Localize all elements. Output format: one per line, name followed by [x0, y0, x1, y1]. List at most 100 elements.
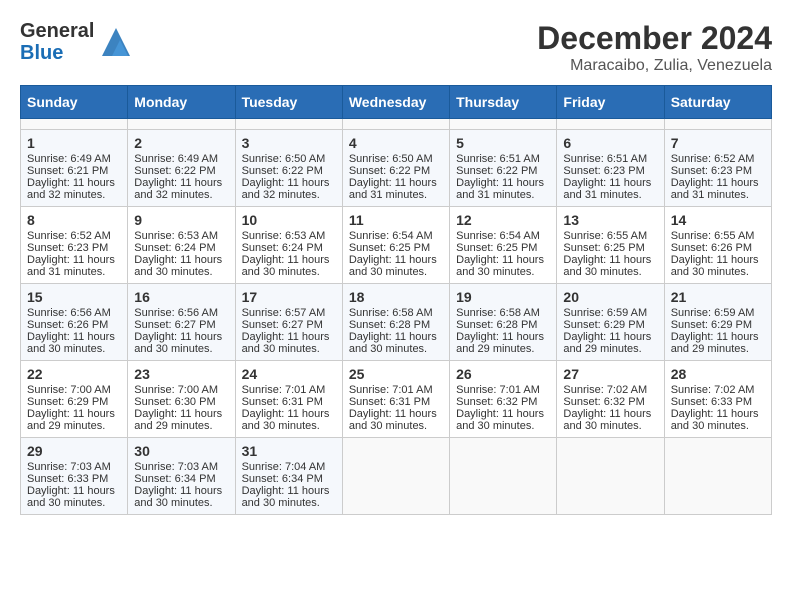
- calendar-cell: 30Sunrise: 7:03 AMSunset: 6:34 PMDayligh…: [128, 438, 235, 515]
- day-number: 1: [27, 135, 121, 151]
- sunset-text: Sunset: 6:23 PM: [27, 242, 121, 254]
- logo: General Blue: [20, 20, 134, 64]
- sunrise-text: Sunrise: 7:01 AM: [349, 384, 443, 396]
- daylight-text: Daylight: 11 hours and 31 minutes.: [349, 177, 443, 201]
- page-subtitle: Maracaibo, Zulia, Venezuela: [537, 57, 772, 75]
- calendar-cell: 25Sunrise: 7:01 AMSunset: 6:31 PMDayligh…: [342, 361, 449, 438]
- sunset-text: Sunset: 6:29 PM: [671, 319, 765, 331]
- daylight-text: Daylight: 11 hours and 30 minutes.: [27, 485, 121, 509]
- daylight-text: Daylight: 11 hours and 29 minutes.: [563, 331, 657, 355]
- calendar-cell: [21, 119, 128, 130]
- calendar-cell: 18Sunrise: 6:58 AMSunset: 6:28 PMDayligh…: [342, 284, 449, 361]
- day-number: 28: [671, 366, 765, 382]
- page-title: December 2024: [537, 20, 772, 57]
- sunrise-text: Sunrise: 6:58 AM: [349, 307, 443, 319]
- daylight-text: Daylight: 11 hours and 31 minutes.: [671, 177, 765, 201]
- sunrise-text: Sunrise: 6:53 AM: [134, 230, 228, 242]
- sunset-text: Sunset: 6:23 PM: [563, 165, 657, 177]
- sunset-text: Sunset: 6:24 PM: [242, 242, 336, 254]
- calendar-week-row: 29Sunrise: 7:03 AMSunset: 6:33 PMDayligh…: [21, 438, 772, 515]
- sunset-text: Sunset: 6:29 PM: [563, 319, 657, 331]
- calendar-cell: 20Sunrise: 6:59 AMSunset: 6:29 PMDayligh…: [557, 284, 664, 361]
- page-header: General Blue December 2024 Maracaibo, Zu…: [20, 20, 772, 75]
- calendar-cell: [557, 119, 664, 130]
- calendar-cell: 26Sunrise: 7:01 AMSunset: 6:32 PMDayligh…: [450, 361, 557, 438]
- day-number: 20: [563, 289, 657, 305]
- calendar-cell: [342, 119, 449, 130]
- calendar-cell: 19Sunrise: 6:58 AMSunset: 6:28 PMDayligh…: [450, 284, 557, 361]
- calendar-cell: 4Sunrise: 6:50 AMSunset: 6:22 PMDaylight…: [342, 130, 449, 207]
- sunset-text: Sunset: 6:23 PM: [671, 165, 765, 177]
- daylight-text: Daylight: 11 hours and 30 minutes.: [242, 485, 336, 509]
- day-number: 11: [349, 212, 443, 228]
- sunset-text: Sunset: 6:21 PM: [27, 165, 121, 177]
- sunset-text: Sunset: 6:22 PM: [242, 165, 336, 177]
- sunset-text: Sunset: 6:25 PM: [563, 242, 657, 254]
- daylight-text: Daylight: 11 hours and 29 minutes.: [671, 331, 765, 355]
- sunset-text: Sunset: 6:22 PM: [456, 165, 550, 177]
- day-number: 14: [671, 212, 765, 228]
- calendar-week-row: [21, 119, 772, 130]
- daylight-text: Daylight: 11 hours and 30 minutes.: [671, 254, 765, 278]
- daylight-text: Daylight: 11 hours and 30 minutes.: [242, 331, 336, 355]
- day-number: 10: [242, 212, 336, 228]
- sunrise-text: Sunrise: 6:51 AM: [563, 153, 657, 165]
- day-number: 3: [242, 135, 336, 151]
- day-number: 30: [134, 443, 228, 459]
- sunrise-text: Sunrise: 6:54 AM: [456, 230, 550, 242]
- calendar-cell: 17Sunrise: 6:57 AMSunset: 6:27 PMDayligh…: [235, 284, 342, 361]
- sunset-text: Sunset: 6:31 PM: [349, 396, 443, 408]
- sunset-text: Sunset: 6:33 PM: [671, 396, 765, 408]
- day-number: 2: [134, 135, 228, 151]
- calendar-cell: 7Sunrise: 6:52 AMSunset: 6:23 PMDaylight…: [664, 130, 771, 207]
- daylight-text: Daylight: 11 hours and 30 minutes.: [671, 408, 765, 432]
- sunrise-text: Sunrise: 6:55 AM: [563, 230, 657, 242]
- sunrise-text: Sunrise: 6:55 AM: [671, 230, 765, 242]
- daylight-text: Daylight: 11 hours and 29 minutes.: [27, 408, 121, 432]
- sunrise-text: Sunrise: 6:54 AM: [349, 230, 443, 242]
- calendar-cell: 29Sunrise: 7:03 AMSunset: 6:33 PMDayligh…: [21, 438, 128, 515]
- sunset-text: Sunset: 6:22 PM: [134, 165, 228, 177]
- day-number: 16: [134, 289, 228, 305]
- calendar-cell: [450, 119, 557, 130]
- calendar-header-row: SundayMondayTuesdayWednesdayThursdayFrid…: [21, 86, 772, 119]
- sunrise-text: Sunrise: 7:03 AM: [27, 461, 121, 473]
- day-number: 7: [671, 135, 765, 151]
- logo-icon: [98, 24, 134, 60]
- calendar-cell: [128, 119, 235, 130]
- sunrise-text: Sunrise: 7:00 AM: [134, 384, 228, 396]
- day-number: 15: [27, 289, 121, 305]
- day-number: 22: [27, 366, 121, 382]
- sunset-text: Sunset: 6:30 PM: [134, 396, 228, 408]
- daylight-text: Daylight: 11 hours and 32 minutes.: [134, 177, 228, 201]
- day-number: 17: [242, 289, 336, 305]
- day-number: 9: [134, 212, 228, 228]
- calendar-week-row: 1Sunrise: 6:49 AMSunset: 6:21 PMDaylight…: [21, 130, 772, 207]
- calendar-week-row: 22Sunrise: 7:00 AMSunset: 6:29 PMDayligh…: [21, 361, 772, 438]
- calendar-cell: 13Sunrise: 6:55 AMSunset: 6:25 PMDayligh…: [557, 207, 664, 284]
- sunset-text: Sunset: 6:32 PM: [563, 396, 657, 408]
- sunrise-text: Sunrise: 6:49 AM: [134, 153, 228, 165]
- daylight-text: Daylight: 11 hours and 30 minutes.: [134, 254, 228, 278]
- sunset-text: Sunset: 6:28 PM: [349, 319, 443, 331]
- sunrise-text: Sunrise: 7:03 AM: [134, 461, 228, 473]
- daylight-text: Daylight: 11 hours and 30 minutes.: [27, 331, 121, 355]
- daylight-text: Daylight: 11 hours and 32 minutes.: [242, 177, 336, 201]
- calendar-cell: [450, 438, 557, 515]
- day-number: 5: [456, 135, 550, 151]
- calendar-cell: 21Sunrise: 6:59 AMSunset: 6:29 PMDayligh…: [664, 284, 771, 361]
- sunrise-text: Sunrise: 6:49 AM: [27, 153, 121, 165]
- calendar-cell: 1Sunrise: 6:49 AMSunset: 6:21 PMDaylight…: [21, 130, 128, 207]
- daylight-text: Daylight: 11 hours and 29 minutes.: [134, 408, 228, 432]
- sunrise-text: Sunrise: 7:00 AM: [27, 384, 121, 396]
- calendar-header-monday: Monday: [128, 86, 235, 119]
- sunrise-text: Sunrise: 6:51 AM: [456, 153, 550, 165]
- calendar-header-tuesday: Tuesday: [235, 86, 342, 119]
- calendar-cell: 11Sunrise: 6:54 AMSunset: 6:25 PMDayligh…: [342, 207, 449, 284]
- sunset-text: Sunset: 6:32 PM: [456, 396, 550, 408]
- daylight-text: Daylight: 11 hours and 30 minutes.: [134, 331, 228, 355]
- sunrise-text: Sunrise: 7:01 AM: [456, 384, 550, 396]
- day-number: 6: [563, 135, 657, 151]
- day-number: 4: [349, 135, 443, 151]
- sunrise-text: Sunrise: 7:04 AM: [242, 461, 336, 473]
